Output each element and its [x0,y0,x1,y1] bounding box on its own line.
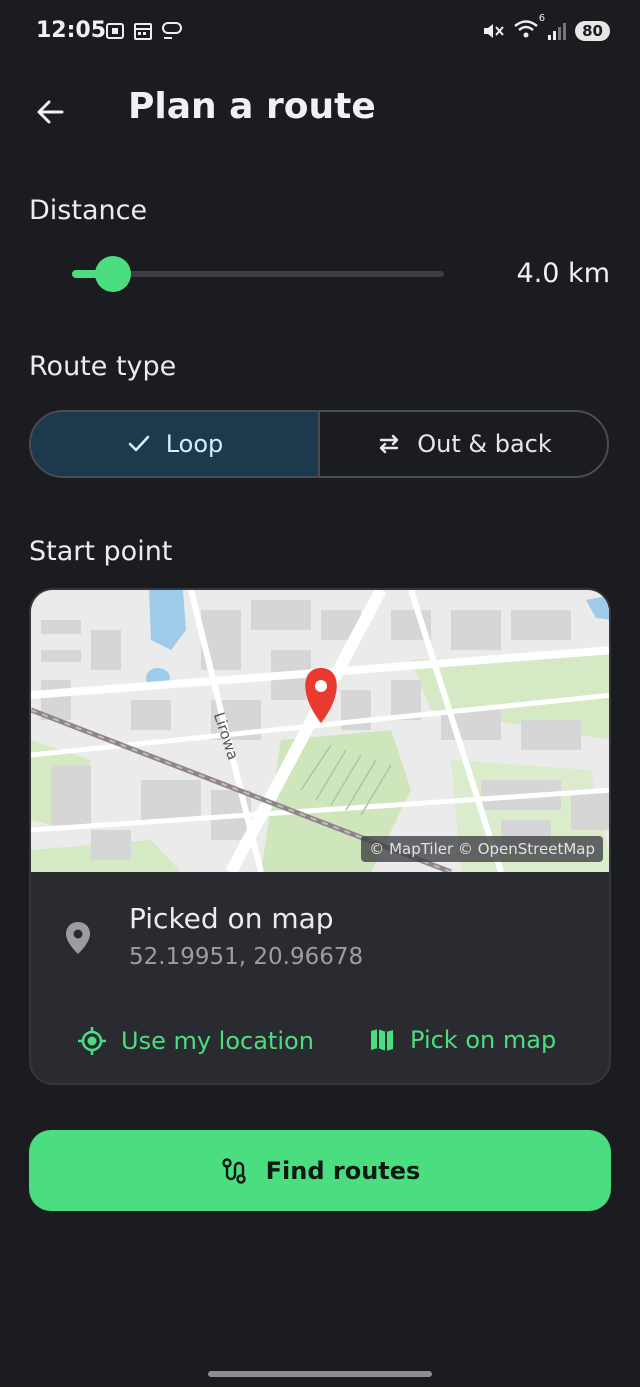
map-attribution: © MapTiler © OpenStreetMap [361,836,603,862]
wifi-indicator: 6 [513,13,545,44]
map-tiles [31,590,609,875]
place-title: Picked on map [129,902,334,935]
wifi-icon [514,20,538,38]
use-my-location-label: Use my location [121,1027,314,1055]
home-indicator[interactable] [208,1371,432,1377]
segment-out-and-back-label: Out & back [417,430,552,458]
start-point-card: Lirowa © MapTiler © OpenStreetMap Picked… [29,588,611,1085]
start-point-label: Start point [29,536,173,567]
route-type-segmented: Loop Out & back [29,410,609,478]
pick-on-map-label: Pick on map [410,1026,557,1054]
signal-icon [548,23,567,40]
segment-loop-label: Loop [165,430,224,458]
distance-slider-thumb[interactable] [94,256,131,292]
calendar-icon [134,23,152,40]
page-title: Plan a route [128,86,376,127]
arrow-back-icon [37,100,64,124]
status-right-icons: 6 80 [481,13,610,44]
swap-arrows-icon [380,434,399,454]
screenshot-icon [106,23,124,39]
distance-label: Distance [29,195,148,226]
place-icon [63,920,93,960]
back-button[interactable] [30,92,70,132]
use-my-location-button[interactable]: Use my location [77,1026,314,1056]
place-coords: 52.19951, 20.96678 [129,944,364,970]
wifi-badge: 6 [538,13,546,24]
segment-loop[interactable]: Loop [31,412,318,476]
map-icon [371,1029,393,1051]
segment-out-and-back[interactable]: Out & back [318,412,607,476]
map-preview[interactable]: Lirowa © MapTiler © OpenStreetMap [31,590,609,875]
status-left-icons [104,20,184,42]
route-type-label: Route type [29,351,177,382]
distance-value: 4.0 km [516,258,610,289]
mute-icon [484,24,504,38]
status-time: 12:05 [36,18,107,43]
pick-on-map-button[interactable]: Pick on map [368,1026,556,1054]
check-icon [128,435,150,452]
message-icon [162,22,182,39]
find-routes-button[interactable]: Find routes [29,1130,611,1211]
route-icon [221,1157,246,1184]
my-location-icon [78,1027,106,1055]
find-routes-label: Find routes [265,1156,421,1185]
battery-badge: 80 [575,21,610,41]
